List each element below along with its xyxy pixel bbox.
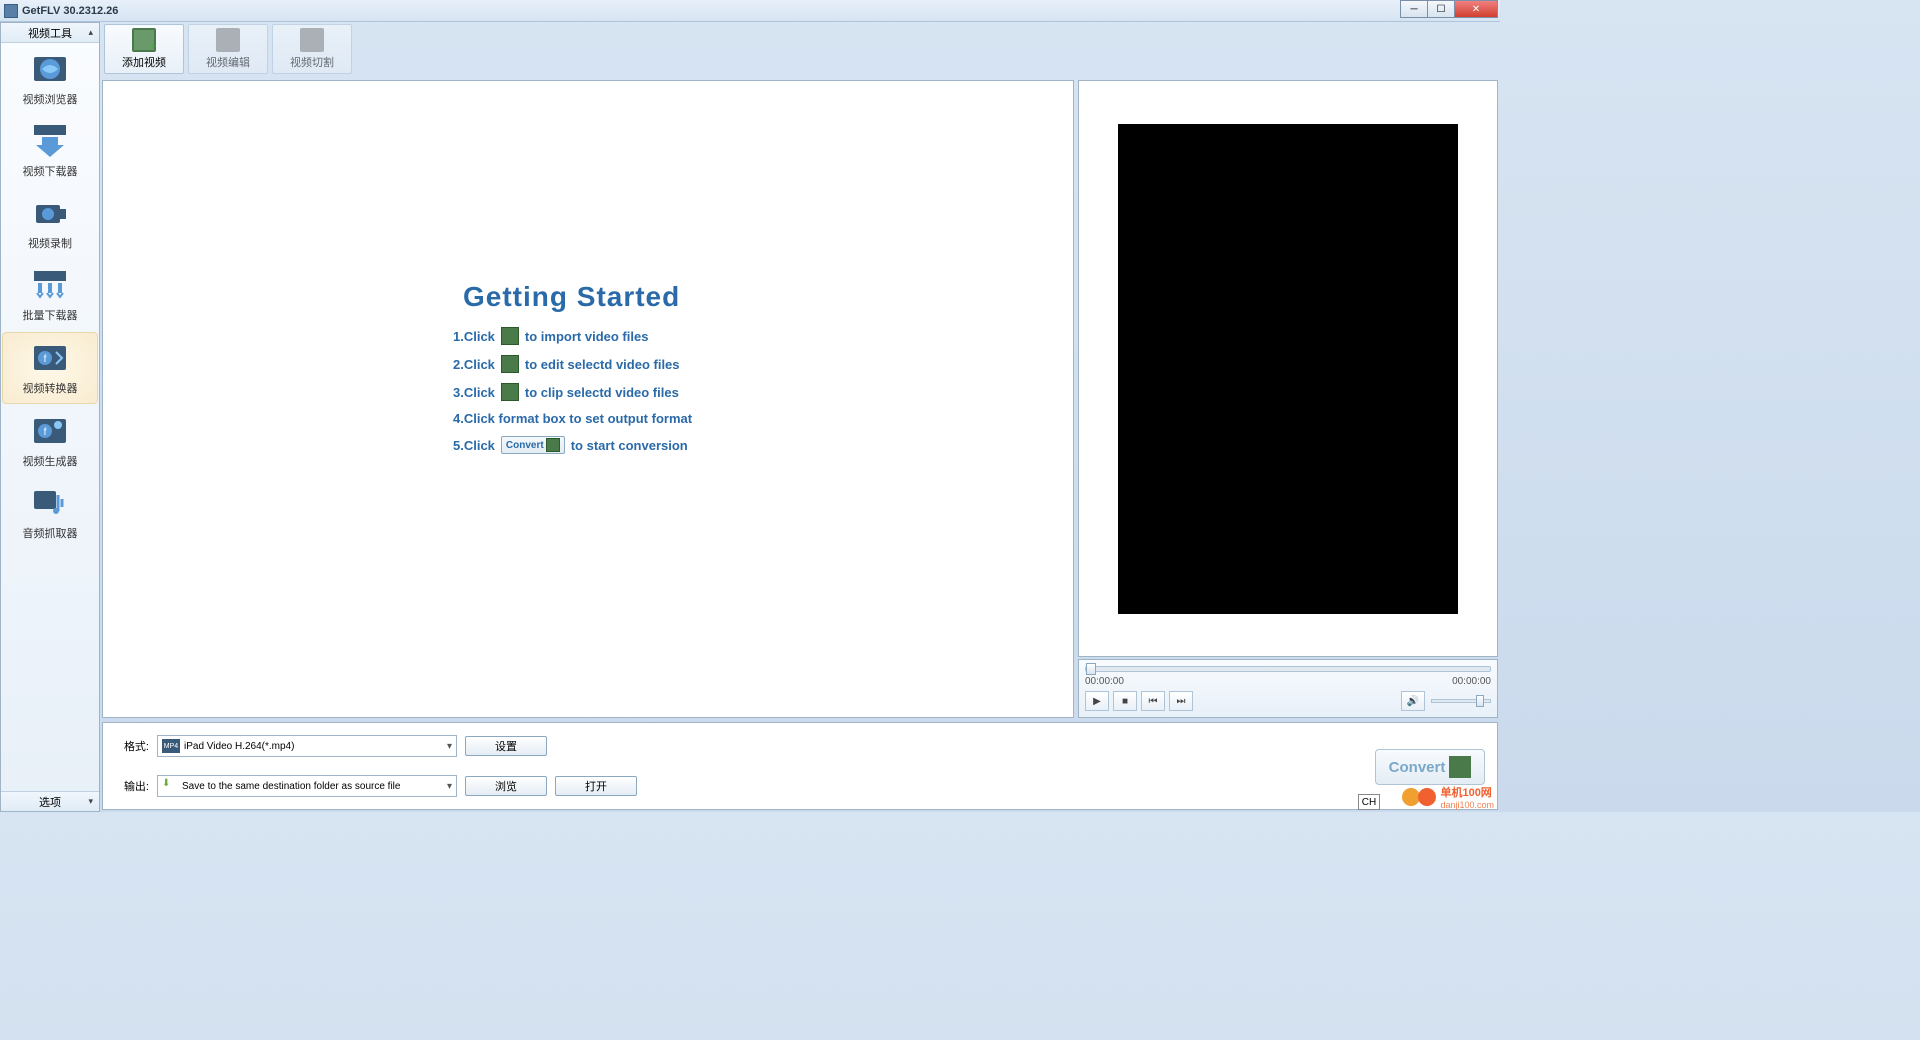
clip-video-button[interactable]: 视频切割 <box>272 24 352 74</box>
play-button[interactable]: ▶ <box>1085 691 1109 711</box>
minimize-button[interactable]: ─ <box>1400 0 1428 18</box>
app-icon <box>4 4 18 18</box>
film-add-icon: + <box>132 28 156 52</box>
output-combo[interactable]: ⬇ Save to the same destination folder as… <box>157 775 457 797</box>
audio-extract-icon <box>32 485 68 521</box>
mute-button[interactable]: 🔊 <box>1401 691 1425 711</box>
sidebar-item-label: 视频浏览器 <box>23 91 78 107</box>
sidebar-item-converter[interactable]: f 视频转换器 <box>2 332 98 404</box>
output-value: Save to the same destination folder as s… <box>182 781 400 792</box>
toolbar-label: 视频切割 <box>290 54 334 70</box>
bottom-bar: 格式: MP4 iPad Video H.264(*.mp4) 设置 输出: ⬇… <box>102 722 1498 810</box>
step-2: 2.Clickto edit selectd video files <box>453 355 692 373</box>
batch-download-icon <box>32 267 68 303</box>
next-button[interactable]: ⏭ <box>1169 691 1193 711</box>
sidebar-header[interactable]: 视频工具 <box>1 23 99 43</box>
film-cut-icon <box>300 28 324 52</box>
sidebar-item-label: 批量下载器 <box>23 307 78 323</box>
sidebar-item-creator[interactable]: f 视频生成器 <box>1 405 99 477</box>
svg-text:f: f <box>44 354 47 365</box>
time-current: 00:00:00 <box>1085 676 1124 687</box>
format-label: 格式: <box>113 738 149 754</box>
seek-slider[interactable] <box>1085 666 1491 672</box>
sidebar-item-recorder[interactable]: 视频录制 <box>1 187 99 259</box>
add-video-button[interactable]: + 添加视频 <box>104 24 184 74</box>
sidebar: 视频工具 视频浏览器 视频下载器 视频录制 批量下载器 f 视频转换器 <box>0 22 100 812</box>
settings-button[interactable]: 设置 <box>465 736 547 756</box>
download-folder-icon: ⬇ <box>162 778 178 794</box>
content-area: Getting Started 1.Clickto import video f… <box>102 80 1074 718</box>
toolbar-label: 视频编辑 <box>206 54 250 70</box>
convert-mini-button: Convert <box>501 436 565 454</box>
sidebar-item-label: 视频转换器 <box>23 380 78 396</box>
convert-button[interactable]: Convert <box>1375 749 1485 785</box>
edit-video-button[interactable]: 视频编辑 <box>188 24 268 74</box>
step-3: 3.Clickto clip selectd video files <box>453 383 692 401</box>
film-add-icon <box>501 327 519 345</box>
preview-panel: 00:00:00 00:00:00 ▶ ■ ⏮ ⏭ 🔊 <box>1078 80 1498 718</box>
preview-controls: 00:00:00 00:00:00 ▶ ■ ⏮ ⏭ 🔊 <box>1078 659 1498 718</box>
sidebar-item-audio[interactable]: 音频抓取器 <box>1 477 99 549</box>
step-1: 1.Clickto import video files <box>453 327 692 345</box>
preview-screen <box>1118 124 1458 614</box>
ime-indicator[interactable]: CH <box>1358 794 1380 810</box>
toolbar-label: 添加视频 <box>122 54 166 70</box>
sidebar-item-label: 视频下载器 <box>23 163 78 179</box>
film-convert-icon <box>1449 756 1471 778</box>
sidebar-item-label: 视频录制 <box>28 235 72 251</box>
preview-viewport <box>1078 80 1498 657</box>
sidebar-item-browser[interactable]: 视频浏览器 <box>1 43 99 115</box>
volume-slider[interactable] <box>1431 699 1491 703</box>
format-combo[interactable]: MP4 iPad Video H.264(*.mp4) <box>157 735 457 757</box>
watermark: 单机100网 danji100.com <box>1402 784 1494 810</box>
svg-text:f: f <box>44 427 47 438</box>
mp4-badge-icon: MP4 <box>162 739 180 753</box>
film-edit-icon <box>216 28 240 52</box>
output-label: 输出: <box>113 778 149 794</box>
getting-started-panel: Getting Started 1.Clickto import video f… <box>453 281 692 464</box>
convert-icon: f <box>32 340 68 376</box>
browse-button[interactable]: 浏览 <box>465 776 547 796</box>
sidebar-item-label: 音频抓取器 <box>23 525 78 541</box>
download-arrow-icon <box>32 123 68 159</box>
format-value: iPad Video H.264(*.mp4) <box>184 741 294 752</box>
titlebar: GetFLV 30.2312.26 ─ ☐ ✕ <box>0 0 1500 22</box>
svg-text:+: + <box>150 39 156 52</box>
time-total: 00:00:00 <box>1452 676 1491 687</box>
toolbar: + 添加视频 视频编辑 视频切割 <box>102 24 1498 76</box>
getting-started-title: Getting Started <box>463 281 692 313</box>
window-title: GetFLV 30.2312.26 <box>22 5 118 17</box>
prev-button[interactable]: ⏮ <box>1141 691 1165 711</box>
step-5: 5.ClickConvertto start conversion <box>453 436 692 454</box>
camera-record-icon <box>32 195 68 231</box>
step-4: 4.Click format box to set output format <box>453 411 692 426</box>
close-button[interactable]: ✕ <box>1454 0 1498 18</box>
open-button[interactable]: 打开 <box>555 776 637 796</box>
stop-button[interactable]: ■ <box>1113 691 1137 711</box>
film-edit-icon <box>501 355 519 373</box>
film-convert-icon <box>546 438 560 452</box>
sidebar-item-batch[interactable]: 批量下载器 <box>1 259 99 331</box>
sidebar-footer-options[interactable]: 选项 <box>1 791 99 811</box>
logo-circle-icon <box>1418 788 1436 806</box>
flv-create-icon: f <box>32 413 68 449</box>
film-cut-icon <box>501 383 519 401</box>
maximize-button[interactable]: ☐ <box>1427 0 1455 18</box>
globe-film-icon <box>32 51 68 87</box>
sidebar-item-downloader[interactable]: 视频下载器 <box>1 115 99 187</box>
sidebar-item-label: 视频生成器 <box>23 453 78 469</box>
